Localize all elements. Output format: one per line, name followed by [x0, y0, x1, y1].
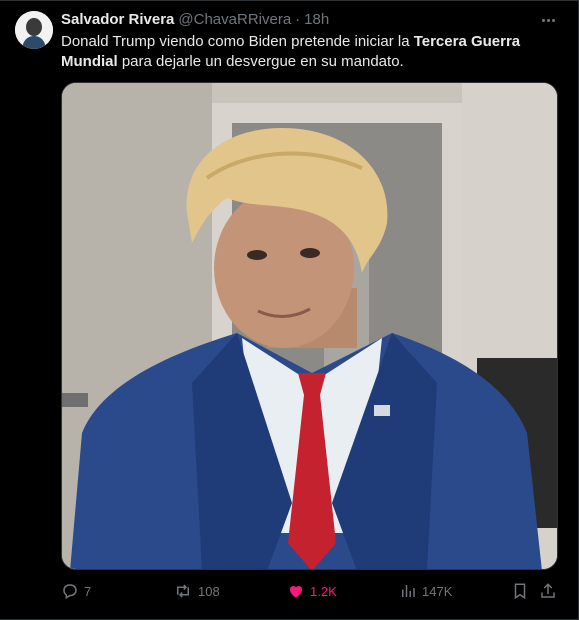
- share-button[interactable]: [539, 580, 557, 602]
- views-count: 147K: [422, 583, 453, 599]
- tweet-text-part1: Donald Trump viendo como Biden pretende …: [61, 33, 414, 50]
- user-handle[interactable]: @ChavaRRivera: [178, 11, 291, 28]
- more-options-button[interactable]: [538, 12, 558, 28]
- action-bar: 7 108 1.2K 147K: [61, 580, 558, 602]
- avatar[interactable]: [15, 11, 53, 49]
- bookmark-button[interactable]: [511, 580, 529, 602]
- display-name[interactable]: Salvador Rivera: [61, 11, 174, 28]
- views-button[interactable]: 147K: [399, 580, 452, 602]
- frame-border-top: [0, 0, 579, 1]
- tweet-text: Donald Trump viendo como Biden pretende …: [61, 32, 541, 72]
- reply-button[interactable]: 7: [61, 580, 91, 602]
- views-icon: [402, 585, 415, 597]
- repost-icon: [177, 584, 189, 598]
- more-icon: [541, 18, 545, 22]
- tweet-text-part2: para dejarle un desvergue en su mandato.: [117, 53, 404, 70]
- reply-icon: [63, 584, 77, 600]
- timestamp[interactable]: 18h: [304, 11, 329, 28]
- heart-icon: [289, 585, 303, 598]
- separator: ·: [295, 11, 301, 28]
- like-count: 1.2K: [310, 583, 337, 599]
- like-button[interactable]: 1.2K: [287, 580, 337, 602]
- reply-count: 7: [84, 583, 92, 599]
- bookmark-icon: [514, 583, 526, 600]
- tweet-header: Salvador Rivera @ChavaRRivera · 18h: [61, 11, 329, 30]
- repost-button[interactable]: 108: [173, 580, 220, 602]
- share-icon: [541, 583, 555, 598]
- repost-count: 108: [198, 583, 220, 599]
- tweet-image[interactable]: [61, 82, 558, 570]
